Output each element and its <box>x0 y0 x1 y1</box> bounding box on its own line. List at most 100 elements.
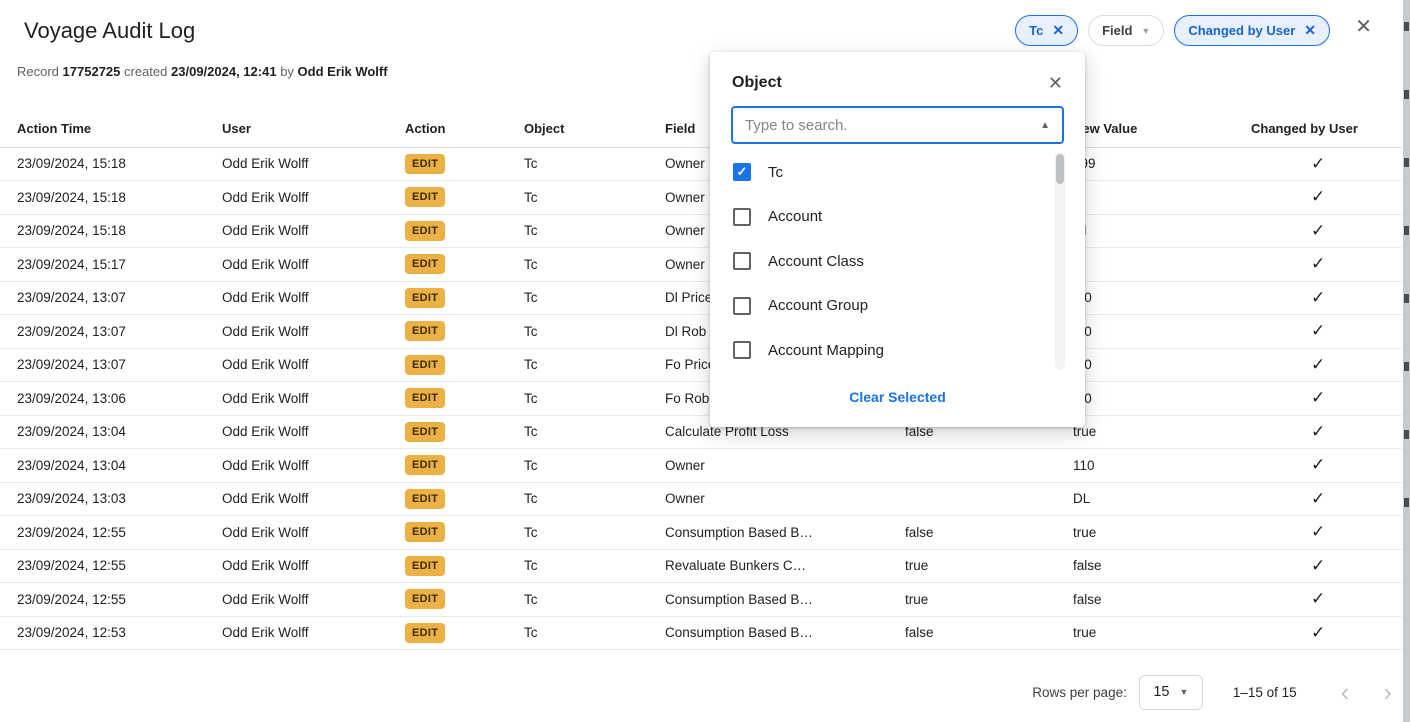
list-scrollbar[interactable] <box>1055 152 1065 370</box>
user-cell: Odd Erik Wolff <box>205 415 388 449</box>
action-cell: EDIT <box>388 415 507 449</box>
action-time-cell: 23/09/2024, 13:07 <box>0 281 205 315</box>
record-label: Record <box>17 64 59 79</box>
popup-close-icon[interactable]: ✕ <box>1048 74 1063 92</box>
column-header-user: User <box>205 111 388 147</box>
changed-check-icon: ✓ <box>1311 522 1325 541</box>
changed-check-icon: ✓ <box>1311 154 1325 173</box>
object-option[interactable]: Account <box>710 195 1085 240</box>
previous-page-button[interactable]: ‹ <box>1341 679 1350 705</box>
action-time-cell: 23/09/2024, 13:04 <box>0 449 205 483</box>
object-cell: Tc <box>507 382 648 416</box>
object-cell: Tc <box>507 516 648 550</box>
remove-filter-icon[interactable]: ✕ <box>1304 22 1316 39</box>
changed-check-icon: ✓ <box>1311 422 1325 441</box>
object-cell: Tc <box>507 449 648 483</box>
old-value-cell: true <box>888 583 1056 617</box>
object-option[interactable]: Account Class <box>710 239 1085 284</box>
record-summary: Record 17752725 created 23/09/2024, 12:4… <box>17 64 388 79</box>
column-header-action-time: Action Time <box>0 111 205 147</box>
table-row: 23/09/2024, 13:06Odd Erik WolffEDITTcFo … <box>0 382 1402 416</box>
object-cell: Tc <box>507 549 648 583</box>
page-title: Voyage Audit Log <box>24 18 195 44</box>
object-search-box[interactable]: ▲ <box>731 106 1064 144</box>
checkbox-icon[interactable]: ✓ <box>733 163 751 181</box>
object-cell: Tc <box>507 315 648 349</box>
old-value-cell <box>888 482 1056 516</box>
action-time-cell: 23/09/2024, 15:17 <box>0 248 205 282</box>
action-time-cell: 23/09/2024, 12:55 <box>0 583 205 617</box>
table-row: 23/09/2024, 13:07Odd Erik WolffEDITTcFo … <box>0 348 1402 382</box>
checkbox-icon[interactable] <box>733 297 751 315</box>
object-cell: Tc <box>507 415 648 449</box>
action-time-cell: 23/09/2024, 13:07 <box>0 348 205 382</box>
object-options-container: ✓TcAccountAccount Class Account Group Acco… <box>710 150 1085 373</box>
action-cell: EDIT <box>388 449 507 483</box>
user-cell: Odd Erik Wolff <box>205 583 388 617</box>
clear-selected-link[interactable]: Clear Selected <box>849 389 946 405</box>
action-cell: EDIT <box>388 181 507 215</box>
object-cell: Tc <box>507 248 648 282</box>
action-cell: EDIT <box>388 482 507 516</box>
user-cell: Odd Erik Wolff <box>205 348 388 382</box>
changed-check-icon: ✓ <box>1311 254 1325 273</box>
changed-by-user-cell: ✓ <box>1234 415 1402 449</box>
close-icon[interactable]: ✕ <box>1355 17 1372 37</box>
table-row: 23/09/2024, 15:18Odd Erik WolffEDITTcOwn… <box>0 181 1402 215</box>
user-cell: Odd Erik Wolff <box>205 516 388 550</box>
action-badge: EDIT <box>405 589 445 609</box>
action-time-cell: 23/09/2024, 13:03 <box>0 482 205 516</box>
changed-by-user-cell: ✓ <box>1234 248 1402 282</box>
table-row: 23/09/2024, 13:04Odd Erik WolffEDITTcCal… <box>0 415 1402 449</box>
filter-chip-bar: Tc ✕ Field ▼ Changed by User ✕ <box>1015 15 1330 46</box>
object-option[interactable]: Account Mapping <box>710 328 1085 373</box>
object-option-label: Account Group <box>768 297 868 314</box>
action-time-cell: 23/09/2024, 13:07 <box>0 315 205 349</box>
action-cell: EDIT <box>388 549 507 583</box>
filter-chip-field[interactable]: Field ▼ <box>1088 15 1164 46</box>
action-time-cell: 23/09/2024, 12:55 <box>0 516 205 550</box>
action-badge: EDIT <box>405 489 445 509</box>
changed-by-user-cell: ✓ <box>1234 549 1402 583</box>
action-badge: EDIT <box>405 355 445 375</box>
filter-chip-tc[interactable]: Tc ✕ <box>1015 15 1078 46</box>
action-time-cell: 23/09/2024, 15:18 <box>0 181 205 215</box>
filter-chip-changed-by-user[interactable]: Changed by User ✕ <box>1174 15 1330 46</box>
object-option[interactable]: Account Group <box>710 284 1085 329</box>
action-badge: EDIT <box>405 556 445 576</box>
caret-up-icon[interactable]: ▲ <box>1040 120 1050 131</box>
changed-check-icon: ✓ <box>1311 221 1325 240</box>
table-row: 23/09/2024, 12:55Odd Erik WolffEDITTcRev… <box>0 549 1402 583</box>
remove-filter-icon[interactable]: ✕ <box>1052 22 1064 39</box>
changed-check-icon: ✓ <box>1311 623 1325 642</box>
next-page-button[interactable]: › <box>1383 679 1392 705</box>
action-cell: EDIT <box>388 214 507 248</box>
changed-check-icon: ✓ <box>1311 321 1325 340</box>
table-row: 23/09/2024, 15:18Odd Erik WolffEDITTcOwn… <box>0 147 1402 181</box>
column-header-action: Action <box>388 111 507 147</box>
checkbox-icon[interactable] <box>733 252 751 270</box>
object-search-input[interactable] <box>745 117 1032 134</box>
action-cell: EDIT <box>388 315 507 349</box>
changed-check-icon: ✓ <box>1311 355 1325 374</box>
checkbox-icon[interactable] <box>733 341 751 359</box>
changed-by-user-cell: ✓ <box>1234 449 1402 483</box>
changed-by-user-cell: ✓ <box>1234 482 1402 516</box>
table-row: 23/09/2024, 12:53Odd Erik WolffEDITTcCon… <box>0 616 1402 650</box>
user-cell: Odd Erik Wolff <box>205 616 388 650</box>
list-scrollbar-thumb[interactable] <box>1056 154 1064 184</box>
action-time-cell: 23/09/2024, 15:18 <box>0 214 205 248</box>
changed-check-icon: ✓ <box>1311 589 1325 608</box>
action-cell: EDIT <box>388 248 507 282</box>
checkbox-icon[interactable] <box>733 208 751 226</box>
user-cell: Odd Erik Wolff <box>205 549 388 583</box>
rows-per-page-select[interactable]: 15 ▼ <box>1139 675 1203 710</box>
changed-by-user-cell: ✓ <box>1234 382 1402 416</box>
field-cell: Consumption Based B… <box>648 616 888 650</box>
action-badge: EDIT <box>405 288 445 308</box>
object-option[interactable]: ✓Tc <box>710 150 1085 195</box>
new-value-cell: 110 <box>1056 449 1234 483</box>
audit-table-body: 23/09/2024, 15:18Odd Erik WolffEDITTcOwn… <box>0 147 1402 650</box>
object-cell: Tc <box>507 147 648 181</box>
column-header-changed-by-user: Changed by User <box>1234 111 1402 147</box>
